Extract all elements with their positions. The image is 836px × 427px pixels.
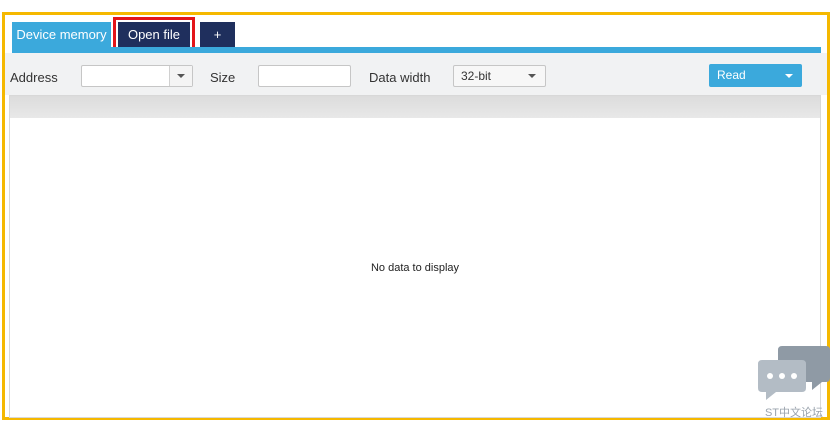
tab-open-file[interactable]: Open file: [118, 22, 190, 47]
address-combo[interactable]: [81, 65, 193, 87]
chevron-down-icon: [785, 74, 793, 78]
memory-data-grid: No data to display: [9, 95, 821, 418]
watermark-text: ST中文论坛: [764, 407, 824, 419]
add-tab-button[interactable]: +: [200, 22, 235, 47]
grid-header: [10, 96, 820, 118]
memory-toolbar: Address Size Data width 32-bit Read: [5, 53, 827, 95]
address-label: Address: [10, 70, 58, 85]
forum-watermark: ST中文论坛: [756, 344, 832, 422]
chevron-down-icon: [177, 74, 185, 78]
read-button[interactable]: Read: [709, 64, 802, 87]
chevron-down-icon: [528, 74, 536, 78]
data-width-label: Data width: [369, 70, 431, 85]
empty-message: No data to display: [370, 262, 460, 274]
data-width-value: 32-bit: [461, 69, 492, 83]
size-input[interactable]: [258, 65, 351, 87]
app-frame: Device memory Open file + Address Size D…: [2, 12, 830, 420]
read-button-label: Read: [717, 68, 746, 82]
size-label: Size: [210, 70, 236, 85]
data-width-select[interactable]: 32-bit: [453, 65, 546, 87]
address-dropdown-button[interactable]: [169, 66, 192, 86]
tab-device-memory[interactable]: Device memory: [12, 22, 111, 47]
chat-bubble-icon: [758, 346, 830, 400]
